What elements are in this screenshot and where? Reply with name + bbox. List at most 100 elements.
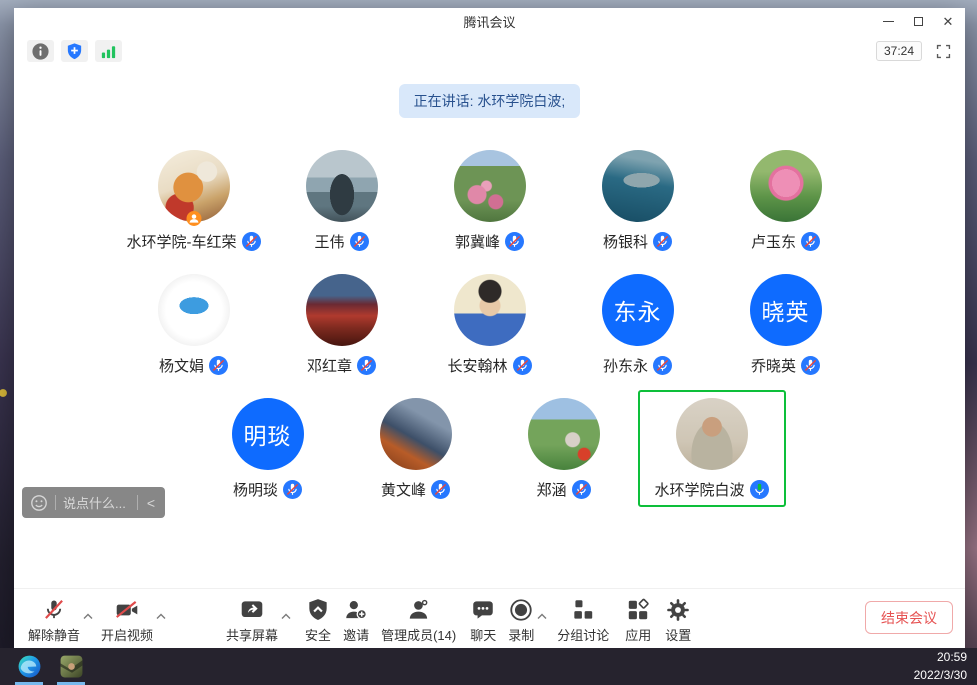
fullscreen-button[interactable]: [931, 40, 955, 62]
participant-name: 郑涵: [536, 479, 566, 500]
smiley-icon: [30, 494, 48, 512]
taskbar-clock[interactable]: 20:59 2022/3/30: [914, 649, 977, 684]
participant-tile[interactable]: 邓红章: [268, 266, 416, 383]
participant-name-row: 黄文峰: [381, 479, 450, 499]
toolbar-record-button[interactable]: 录制: [508, 596, 534, 644]
participant-tile[interactable]: 黄文峰: [342, 390, 490, 507]
meeting-toolbar: 解除静音 开启视频 共享屏幕安全邀请管理成员(14) 聊天录制 分组讨论应用设置 结束会…: [14, 588, 965, 648]
chat-icon: [470, 596, 496, 623]
toolbar-share-screen-button[interactable]: 共享屏幕: [226, 596, 278, 644]
end-meeting-button[interactable]: 结束会议: [865, 601, 953, 634]
network-quality-button[interactable]: [95, 40, 122, 62]
toolbar-start-video-button[interactable]: 开启视频: [101, 596, 153, 644]
toolbar-invite-label: 邀请: [343, 625, 369, 644]
participant-tile[interactable]: 东永孙东永: [564, 266, 712, 383]
participant-name: 水环学院白波: [654, 479, 744, 500]
muted-mic-icon: [350, 232, 369, 251]
participant-tile[interactable]: 王伟: [268, 142, 416, 259]
participant-tile[interactable]: 杨文娟: [120, 266, 268, 383]
muted-mic-icon: [431, 480, 450, 499]
close-button[interactable]: ✕: [933, 8, 963, 34]
collapse-chat-button[interactable]: <: [145, 495, 157, 511]
participant-name: 杨明琰: [233, 479, 278, 500]
participant-tile[interactable]: 长安翰林: [416, 266, 564, 383]
muted-mic-icon: [505, 232, 524, 251]
toolbar-apps-label: 应用: [625, 625, 651, 644]
participant-avatar: [158, 150, 230, 222]
participant-tile[interactable]: 郭冀峰: [416, 142, 564, 259]
participant-tile-active-speaker[interactable]: 水环学院白波: [638, 390, 786, 507]
quick-chat-bar[interactable]: 说点什么... <: [22, 487, 165, 518]
window-title: 腾讯会议: [463, 12, 515, 31]
toolbar-settings-label: 设置: [665, 625, 691, 644]
participant-name-row: 乔晓英: [751, 355, 820, 375]
participant-avatar: [454, 150, 526, 222]
divider: [55, 495, 56, 510]
participant-name-row: 水环学院白波: [654, 479, 768, 499]
participant-tile[interactable]: 卢玉东: [712, 142, 860, 259]
shield-plus-icon: [65, 42, 84, 61]
taskbar-edge-browser-button[interactable]: [12, 648, 46, 685]
muted-mic-icon: [801, 356, 820, 375]
participant-name-row: 卢玉东: [751, 231, 820, 251]
members-icon: [406, 596, 432, 623]
muted-mic-icon: [283, 480, 302, 499]
minimize-button[interactable]: [873, 8, 903, 34]
toolbar-settings-button[interactable]: 设置: [665, 596, 691, 644]
clock-time: 20:59: [914, 649, 967, 666]
toolbar-chat-button[interactable]: 聊天: [470, 596, 496, 644]
emoji-button[interactable]: [30, 494, 48, 512]
maximize-button[interactable]: [903, 8, 933, 34]
fullscreen-icon: [935, 43, 952, 60]
toolbar-invite-button[interactable]: 邀请: [343, 596, 369, 644]
participant-avatar: [676, 398, 748, 470]
participant-tile[interactable]: 郑涵: [490, 390, 638, 507]
security-level-button[interactable]: [61, 40, 88, 62]
windows-taskbar: 20:59 2022/3/30: [0, 648, 977, 685]
toolbar-manage-members-button[interactable]: 管理成员(14): [381, 596, 456, 644]
participant-name-row: 长安翰林: [447, 355, 531, 375]
invite-icon: [343, 596, 369, 623]
toolbar-manage-members-label: 管理成员(14): [381, 625, 456, 644]
participant-avatar: [306, 274, 378, 346]
toolbar-security-button[interactable]: 安全: [305, 596, 331, 644]
breakout-icon: [570, 596, 596, 623]
participant-name: 黄文峰: [381, 479, 426, 500]
titlebar[interactable]: 腾讯会议 ✕: [14, 8, 965, 34]
meeting-timer: 37:24: [876, 41, 922, 61]
apps-icon: [625, 596, 651, 623]
cam-off-icon: [114, 596, 140, 623]
minimize-icon: [883, 21, 894, 22]
toolbar-unmute-label: 解除静音: [28, 625, 80, 644]
toolbar-group-security: 安全: [305, 596, 331, 644]
toolbar-group-apps: 应用: [625, 596, 651, 644]
participant-tile[interactable]: 晓英乔晓英: [712, 266, 860, 383]
meeting-info-button[interactable]: [27, 40, 54, 62]
toolbar-breakout-button[interactable]: 分组讨论: [557, 596, 609, 644]
chat-input-placeholder[interactable]: 说点什么...: [63, 493, 130, 512]
topbar-right: 37:24: [876, 40, 955, 62]
muted-mic-icon: [242, 232, 261, 251]
window-controls: ✕: [873, 8, 963, 34]
toolbar-chat-label: 聊天: [470, 625, 496, 644]
chevron-up-icon[interactable]: [83, 607, 93, 625]
chevron-up-icon[interactable]: [156, 607, 166, 625]
participant-avatar: 明琰: [232, 398, 304, 470]
participant-avatar: 晓英: [750, 274, 822, 346]
participant-tile[interactable]: 水环学院-车红荣: [120, 142, 268, 259]
taskbar-meeting-app-button[interactable]: [54, 648, 88, 685]
close-icon: ✕: [943, 15, 954, 28]
chevron-up-icon[interactable]: [537, 607, 547, 625]
participant-tile[interactable]: 杨银科: [564, 142, 712, 259]
toolbar-unmute-button[interactable]: 解除静音: [28, 596, 80, 644]
participant-tile[interactable]: 明琰杨明琰: [194, 390, 342, 507]
muted-mic-icon: [801, 232, 820, 251]
participant-name-row: 邓红章: [307, 355, 376, 375]
toolbar-apps-button[interactable]: 应用: [625, 596, 651, 644]
toolbar-record-label: 录制: [508, 625, 534, 644]
chevron-up-icon[interactable]: [281, 607, 291, 625]
participant-name-row: 杨银科: [603, 231, 672, 251]
participant-avatar: 东永: [602, 274, 674, 346]
edge-browser-icon: [17, 654, 42, 679]
clock-date: 2022/3/30: [914, 667, 967, 684]
